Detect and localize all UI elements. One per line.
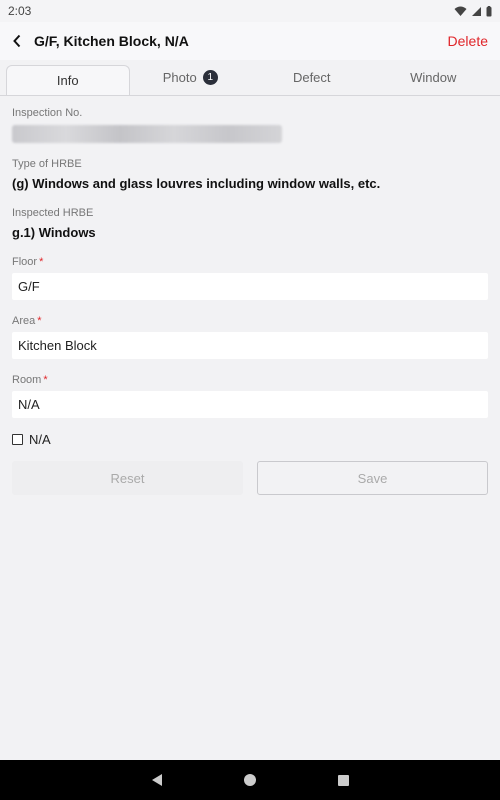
square-recents-icon — [337, 774, 349, 786]
tab-info-label: Info — [56, 73, 79, 88]
tab-bar: Info Photo 1 Defect Window — [0, 60, 500, 96]
tab-photo[interactable]: Photo 1 — [130, 60, 252, 95]
top-app-bar: G/F, Kitchen Block, N/A Delete — [0, 22, 500, 60]
area-input[interactable]: Kitchen Block — [12, 332, 488, 359]
room-input[interactable]: N/A — [12, 391, 488, 418]
tab-defect[interactable]: Defect — [251, 60, 373, 95]
floor-required-mark: * — [39, 256, 44, 268]
area-required-mark: * — [37, 315, 42, 327]
na-checkbox[interactable] — [12, 434, 23, 445]
inspection-no-value-redacted — [12, 125, 282, 143]
status-time: 2:03 — [8, 4, 32, 18]
nav-home-button[interactable] — [238, 768, 262, 792]
nav-recents-button[interactable] — [331, 768, 355, 792]
app-screen: 2:03 G/F, Kitchen Block, N/A Delete Info… — [0, 0, 500, 800]
room-label-text: Room — [12, 374, 42, 386]
delete-button[interactable]: Delete — [448, 33, 500, 49]
inspected-hrbe-label: Inspected HRBE — [12, 207, 94, 219]
inspected-hrbe-value: g.1) Windows — [12, 225, 96, 240]
back-button[interactable] — [0, 22, 34, 60]
tab-window-label: Window — [410, 70, 457, 85]
room-required-mark: * — [43, 374, 48, 386]
tab-photo-label: Photo — [162, 70, 197, 85]
page-title: G/F, Kitchen Block, N/A — [34, 33, 189, 49]
na-checkbox-row[interactable]: N/A — [12, 432, 488, 447]
status-icons — [454, 5, 492, 17]
inspection-no-label: Inspection No. — [12, 107, 83, 119]
area-label: Area * — [12, 315, 488, 327]
system-nav-bar — [0, 760, 500, 800]
reset-button[interactable]: Reset — [12, 461, 243, 495]
signal-icon — [472, 6, 481, 16]
wifi-icon — [454, 6, 467, 16]
na-checkbox-label: N/A — [29, 432, 51, 447]
type-of-hrbe-label: Type of HRBE — [12, 158, 82, 170]
room-label: Room * — [12, 374, 488, 386]
photo-count-badge: 1 — [202, 70, 218, 85]
form-actions: Reset Save — [12, 461, 488, 495]
status-bar: 2:03 — [0, 0, 500, 22]
triangle-back-icon — [151, 774, 162, 786]
area-label-text: Area — [12, 315, 36, 327]
floor-input[interactable]: G/F — [12, 273, 488, 300]
floor-label-text: Floor — [12, 256, 38, 268]
chevron-left-icon — [13, 34, 21, 48]
info-form: Inspection No. Type of HRBE (g) Windows … — [12, 96, 488, 495]
nav-back-button[interactable] — [145, 768, 169, 792]
tab-defect-label: Defect — [292, 70, 331, 85]
save-button[interactable]: Save — [257, 461, 488, 495]
tab-info[interactable]: Info — [6, 65, 130, 95]
floor-label: Floor * — [12, 256, 488, 268]
battery-icon — [486, 5, 492, 16]
tab-window[interactable]: Window — [373, 60, 495, 95]
circle-home-icon — [243, 774, 256, 786]
type-of-hrbe-value: (g) Windows and glass louvres including … — [12, 176, 381, 191]
